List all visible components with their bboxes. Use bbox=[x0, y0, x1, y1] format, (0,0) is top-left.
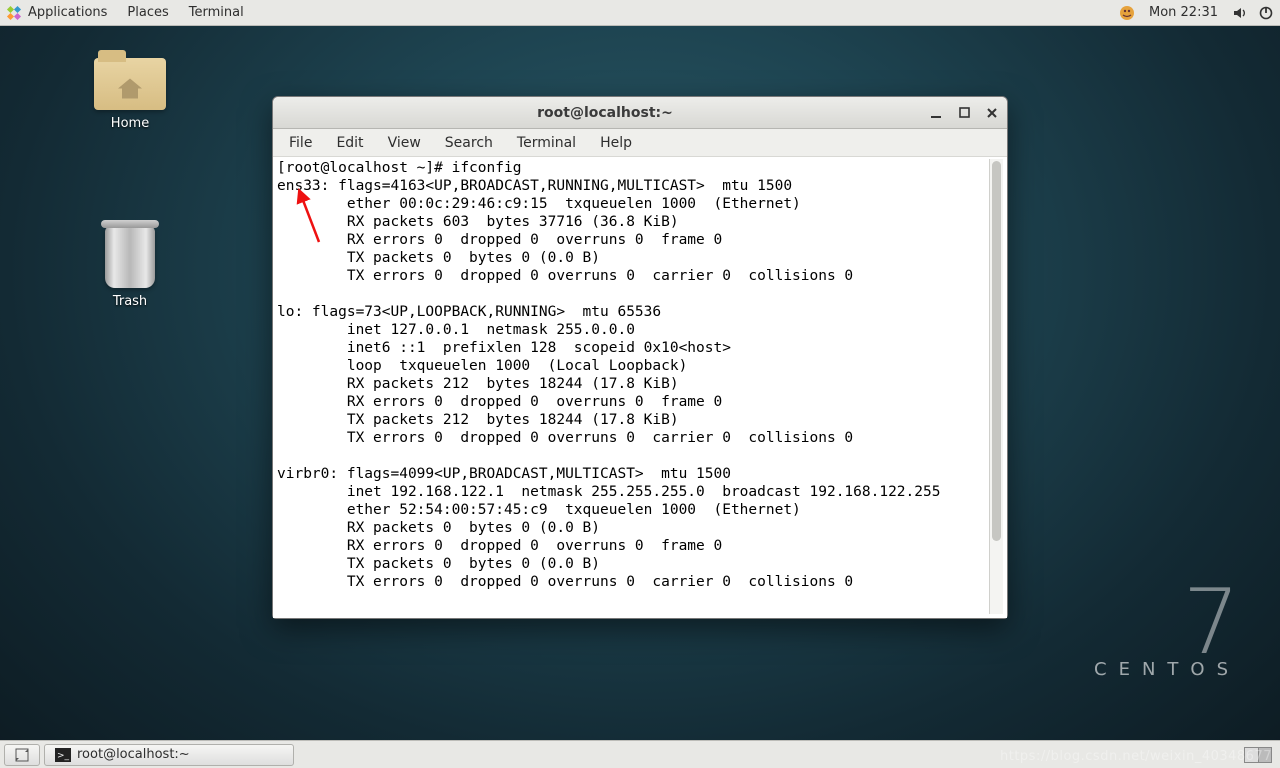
centos-brand: 7 CENTOS bbox=[1094, 587, 1240, 680]
scrollbar-thumb[interactable] bbox=[992, 161, 1001, 541]
top-panel: Applications Places Terminal Mon 22:31 bbox=[0, 0, 1280, 26]
terminal-output: [root@localhost ~]# ifconfig ens33: flag… bbox=[277, 159, 989, 614]
taskbar-app-terminal[interactable]: >_ root@localhost:~ bbox=[44, 744, 294, 766]
trash-icon[interactable]: Trash bbox=[80, 226, 180, 309]
terminal-menu[interactable]: Terminal bbox=[179, 5, 254, 20]
trash-bin-icon bbox=[105, 226, 155, 288]
trash-label: Trash bbox=[80, 294, 180, 309]
system-tray: Mon 22:31 bbox=[1119, 5, 1274, 21]
home-folder-icon[interactable]: Home bbox=[80, 58, 180, 131]
menu-search[interactable]: Search bbox=[435, 132, 503, 154]
volume-icon[interactable] bbox=[1232, 5, 1248, 21]
places-menu[interactable]: Places bbox=[117, 5, 178, 20]
taskbar-app-label: root@localhost:~ bbox=[77, 747, 190, 762]
folder-icon bbox=[94, 58, 166, 110]
applications-menu[interactable]: Applications bbox=[26, 5, 117, 20]
home-label: Home bbox=[80, 116, 180, 131]
maximize-button[interactable] bbox=[957, 106, 971, 120]
power-icon[interactable] bbox=[1258, 5, 1274, 21]
watermark: https://blog.csdn.net/weixin_40348677 bbox=[1000, 749, 1272, 764]
titlebar[interactable]: root@localhost:~ bbox=[273, 97, 1007, 129]
centos-name: CENTOS bbox=[1094, 659, 1240, 680]
minimize-button[interactable] bbox=[929, 106, 943, 120]
menu-terminal[interactable]: Terminal bbox=[507, 132, 586, 154]
notification-icon[interactable] bbox=[1119, 5, 1135, 21]
clock[interactable]: Mon 22:31 bbox=[1145, 5, 1222, 20]
show-desktop-button[interactable] bbox=[4, 744, 40, 766]
menu-help[interactable]: Help bbox=[590, 132, 642, 154]
scrollbar[interactable] bbox=[989, 159, 1003, 614]
menubar: File Edit View Search Terminal Help bbox=[273, 129, 1007, 157]
window-title: root@localhost:~ bbox=[281, 105, 929, 121]
distro-icon bbox=[6, 5, 22, 21]
terminal-body[interactable]: [root@localhost ~]# ifconfig ens33: flag… bbox=[273, 157, 1007, 618]
centos-version: 7 bbox=[1094, 587, 1240, 659]
menu-edit[interactable]: Edit bbox=[326, 132, 373, 154]
close-button[interactable] bbox=[985, 106, 999, 120]
menu-view[interactable]: View bbox=[378, 132, 431, 154]
menu-file[interactable]: File bbox=[279, 132, 322, 154]
terminal-window: root@localhost:~ File Edit View Search T… bbox=[272, 96, 1008, 619]
svg-text:>_: >_ bbox=[57, 751, 70, 761]
